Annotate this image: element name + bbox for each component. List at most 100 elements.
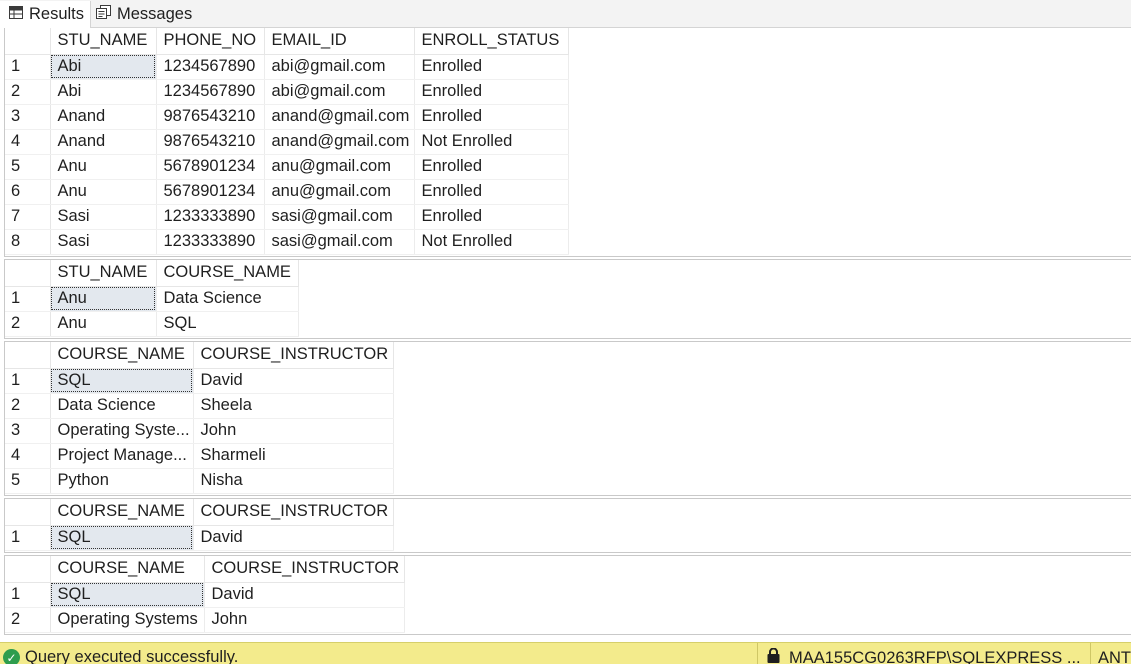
row-number[interactable]: 1 bbox=[5, 525, 51, 551]
course-name-cell[interactable]: SQL bbox=[50, 582, 205, 608]
stu-name-cell[interactable]: Anu bbox=[50, 286, 157, 312]
row-number-header[interactable] bbox=[5, 260, 51, 287]
courses-filtered-result-grid-a[interactable]: COURSE_NAME COURSE_INSTRUCTOR 1 SQL Davi… bbox=[4, 498, 1131, 553]
courses-filtered-result-grid-b[interactable]: COURSE_NAME COURSE_INSTRUCTOR 1 SQL Davi… bbox=[4, 555, 1131, 635]
column-header-stu-name[interactable]: STU_NAME bbox=[50, 260, 157, 287]
enroll-status-cell[interactable]: Enrolled bbox=[414, 104, 569, 130]
course-name-cell[interactable]: Data Science bbox=[50, 393, 194, 419]
column-header-course-name[interactable]: COURSE_NAME bbox=[50, 556, 205, 583]
table-row: 4 Project Manage... Sharmeli bbox=[5, 443, 394, 469]
row-number-header[interactable] bbox=[5, 342, 51, 369]
course-instructor-cell[interactable]: Sheela bbox=[193, 393, 394, 419]
enroll-status-cell[interactable]: Enrolled bbox=[414, 79, 569, 105]
course-instructor-cell[interactable]: John bbox=[193, 418, 394, 444]
row-number[interactable]: 5 bbox=[5, 154, 51, 180]
row-number[interactable]: 2 bbox=[5, 607, 51, 633]
enroll-status-cell[interactable]: Enrolled bbox=[414, 54, 569, 80]
row-number[interactable]: 4 bbox=[5, 443, 51, 469]
email-id-cell[interactable]: anu@gmail.com bbox=[264, 179, 415, 205]
row-number[interactable]: 5 bbox=[5, 468, 51, 494]
column-header-phone-no[interactable]: PHONE_NO bbox=[156, 28, 265, 55]
enroll-status-cell[interactable]: Enrolled bbox=[414, 179, 569, 205]
grid-icon bbox=[9, 5, 23, 24]
course-instructor-cell[interactable]: David bbox=[204, 582, 405, 608]
enroll-status-cell[interactable]: Not Enrolled bbox=[414, 129, 569, 155]
row-number[interactable]: 4 bbox=[5, 129, 51, 155]
course-instructor-cell[interactable]: David bbox=[193, 525, 394, 551]
column-header-course-name[interactable]: COURSE_NAME bbox=[156, 260, 299, 287]
column-header-course-name[interactable]: COURSE_NAME bbox=[50, 342, 194, 369]
column-header-enroll-status[interactable]: ENROLL_STATUS bbox=[414, 28, 569, 55]
column-header-course-name[interactable]: COURSE_NAME bbox=[50, 499, 194, 526]
course-name-cell[interactable]: SQL bbox=[156, 311, 299, 337]
email-id-cell[interactable]: anu@gmail.com bbox=[264, 154, 415, 180]
column-header-course-instructor[interactable]: COURSE_INSTRUCTOR bbox=[204, 556, 405, 583]
row-number[interactable]: 3 bbox=[5, 418, 51, 444]
course-instructor-cell[interactable]: John bbox=[204, 607, 405, 633]
courses-filtered-table-b: COURSE_NAME COURSE_INSTRUCTOR 1 SQL Davi… bbox=[5, 556, 405, 633]
row-number-header[interactable] bbox=[5, 556, 51, 583]
course-instructor-cell[interactable]: David bbox=[193, 368, 394, 394]
stu-name-cell[interactable]: Anu bbox=[50, 179, 157, 205]
email-id-cell[interactable]: sasi@gmail.com bbox=[264, 229, 415, 255]
row-number[interactable]: 7 bbox=[5, 204, 51, 230]
row-number[interactable]: 1 bbox=[5, 368, 51, 394]
stu-name-cell[interactable]: Anand bbox=[50, 129, 157, 155]
row-number[interactable]: 2 bbox=[5, 393, 51, 419]
email-id-cell[interactable]: sasi@gmail.com bbox=[264, 204, 415, 230]
phone-no-cell[interactable]: 1233333890 bbox=[156, 204, 265, 230]
email-id-cell[interactable]: anand@gmail.com bbox=[264, 104, 415, 130]
enroll-status-cell[interactable]: Enrolled bbox=[414, 204, 569, 230]
student-courses-result-grid[interactable]: STU_NAME COURSE_NAME 1 Anu Data Science … bbox=[4, 259, 1131, 339]
email-id-cell[interactable]: abi@gmail.com bbox=[264, 54, 415, 80]
row-number[interactable]: 3 bbox=[5, 104, 51, 130]
enroll-status-cell[interactable]: Enrolled bbox=[414, 154, 569, 180]
row-number-header[interactable] bbox=[5, 499, 51, 526]
course-name-cell[interactable]: Python bbox=[50, 468, 194, 494]
stu-name-cell[interactable]: Abi bbox=[50, 79, 157, 105]
stu-name-cell[interactable]: Anu bbox=[50, 154, 157, 180]
column-header-course-instructor[interactable]: COURSE_INSTRUCTOR bbox=[193, 342, 394, 369]
stu-name-cell[interactable]: Sasi bbox=[50, 229, 157, 255]
phone-no-cell[interactable]: 1234567890 bbox=[156, 54, 265, 80]
row-number[interactable]: 8 bbox=[5, 229, 51, 255]
tab-results[interactable]: Results bbox=[0, 1, 91, 28]
column-header-course-instructor[interactable]: COURSE_INSTRUCTOR bbox=[193, 499, 394, 526]
stu-name-cell[interactable]: Anand bbox=[50, 104, 157, 130]
email-id-cell[interactable]: abi@gmail.com bbox=[264, 79, 415, 105]
phone-no-cell[interactable]: 5678901234 bbox=[156, 179, 265, 205]
phone-no-cell[interactable]: 1234567890 bbox=[156, 79, 265, 105]
stu-name-cell[interactable]: Abi bbox=[50, 54, 157, 80]
column-header-stu-name[interactable]: STU_NAME bbox=[50, 28, 157, 55]
row-number[interactable]: 1 bbox=[5, 286, 51, 312]
students-result-grid[interactable]: STU_NAME PHONE_NO EMAIL_ID ENROLL_STATUS… bbox=[4, 28, 1131, 257]
phone-no-cell[interactable]: 5678901234 bbox=[156, 154, 265, 180]
email-id-cell[interactable]: anand@gmail.com bbox=[264, 129, 415, 155]
enroll-status-cell[interactable]: Not Enrolled bbox=[414, 229, 569, 255]
stu-name-cell[interactable]: Sasi bbox=[50, 204, 157, 230]
course-instructor-cell[interactable]: Sharmeli bbox=[193, 443, 394, 469]
course-name-cell[interactable]: Operating Systems bbox=[50, 607, 205, 633]
row-number-header[interactable] bbox=[5, 28, 51, 55]
course-name-cell[interactable]: SQL bbox=[50, 525, 194, 551]
phone-no-cell[interactable]: 9876543210 bbox=[156, 129, 265, 155]
stu-name-cell[interactable]: Anu bbox=[50, 311, 157, 337]
course-name-cell[interactable]: Operating Syste... bbox=[50, 418, 194, 444]
course-name-cell[interactable]: Project Manage... bbox=[50, 443, 194, 469]
row-number[interactable]: 2 bbox=[5, 79, 51, 105]
table-row: 7 Sasi 1233333890 sasi@gmail.com Enrolle… bbox=[5, 204, 569, 230]
row-number[interactable]: 6 bbox=[5, 179, 51, 205]
course-name-cell[interactable]: Data Science bbox=[156, 286, 299, 312]
courses-result-grid[interactable]: COURSE_NAME COURSE_INSTRUCTOR 1 SQL Davi… bbox=[4, 341, 1131, 496]
tab-messages[interactable]: Messages bbox=[94, 1, 194, 27]
phone-no-cell[interactable]: 1233333890 bbox=[156, 229, 265, 255]
row-number[interactable]: 1 bbox=[5, 54, 51, 80]
column-header-email-id[interactable]: EMAIL_ID bbox=[264, 28, 415, 55]
student-courses-table: STU_NAME COURSE_NAME 1 Anu Data Science … bbox=[5, 260, 299, 337]
phone-no-cell[interactable]: 9876543210 bbox=[156, 104, 265, 130]
row-number[interactable]: 2 bbox=[5, 311, 51, 337]
row-number[interactable]: 1 bbox=[5, 582, 51, 608]
course-name-cell[interactable]: SQL bbox=[50, 368, 194, 394]
course-instructor-cell[interactable]: Nisha bbox=[193, 468, 394, 494]
tab-messages-label: Messages bbox=[117, 4, 193, 23]
